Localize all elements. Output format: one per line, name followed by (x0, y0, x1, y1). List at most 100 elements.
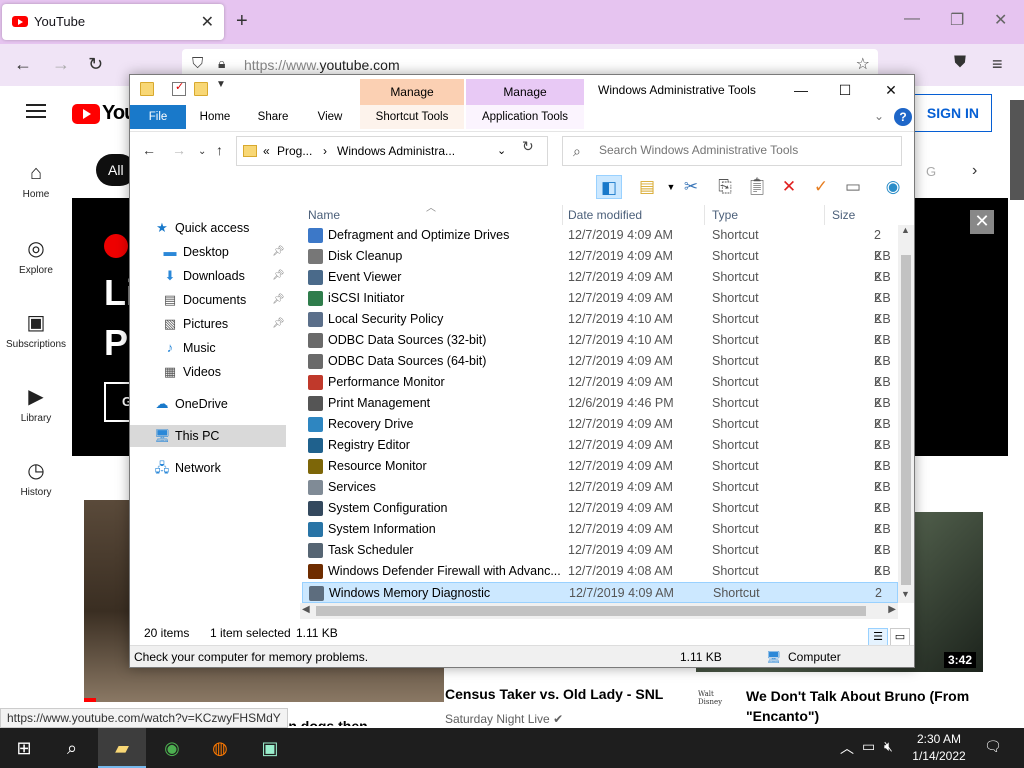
tab-application-tools[interactable]: Application Tools (466, 105, 584, 129)
nav-documents[interactable]: ▤ Documents 📌︎ (130, 289, 286, 311)
page-scrollbar[interactable] (1010, 100, 1024, 200)
restore-icon[interactable]: ❐ (950, 10, 964, 30)
nav-this-pc[interactable]: 🖥︎ This PC (130, 425, 286, 447)
forward-icon[interactable]: → (52, 54, 70, 75)
file-row[interactable]: ODBC Data Sources (64-bit) 12/7/2019 4:09… (302, 351, 898, 389)
scroll-thumb[interactable] (901, 255, 911, 585)
copy-icon[interactable]: ⎘ (712, 175, 738, 199)
nav-videos[interactable]: ▦ Videos (130, 361, 286, 383)
scroll-down-icon[interactable]: ▼ (901, 589, 910, 599)
network-status-icon[interactable]: ▭ (862, 738, 875, 755)
nav-pictures[interactable]: ▧ Pictures 📌︎ (130, 313, 286, 335)
sidebar-item-home[interactable]: ⌂ Home (0, 162, 72, 200)
search-box[interactable]: ⌕ (562, 136, 902, 166)
bookmark-star-icon[interactable]: ☆ (856, 54, 870, 74)
scroll-right-icon[interactable]: ▶ (888, 604, 896, 615)
sidebar-item-explore[interactable]: ◎ Explore (0, 236, 72, 276)
maximize-icon[interactable]: ☐ (822, 79, 868, 103)
file-row[interactable]: Task Scheduler 12/7/2019 4:09 AM Shortcut 2… (302, 540, 898, 578)
video-title-3[interactable]: We Don't Talk About Bruno (From "Encanto… (746, 686, 976, 726)
admin-tools-icon[interactable]: ▣ (246, 728, 294, 768)
nav-quick-access[interactable]: ★ Quick access (130, 217, 286, 239)
scroll-left-icon[interactable]: ◀ (302, 604, 310, 615)
search-icon[interactable]: ⌕ (48, 728, 96, 768)
column-header-name[interactable]: Name (308, 205, 340, 225)
file-row[interactable]: iSCSI Initiator 12/7/2019 4:09 AM Shortcut… (302, 288, 898, 326)
pocket-icon[interactable]: ⛊ (954, 54, 966, 72)
start-windows-icon[interactable]: ⊞ (0, 728, 48, 768)
properties-icon[interactable]: ▭ (840, 175, 866, 199)
new-folder-icon[interactable] (194, 82, 208, 96)
tray-chevron-icon[interactable]: ︿ (840, 738, 854, 758)
new-tab-icon[interactable]: + (236, 10, 248, 33)
file-row[interactable]: System Configuration 12/7/2019 4:09 AM Sho… (302, 498, 898, 536)
pin-icon[interactable]: 📌︎ (272, 313, 285, 335)
column-header-date[interactable]: Date modified (568, 205, 642, 225)
recent-locations-icon[interactable]: ⌄ (198, 146, 206, 157)
context-tab-manage-1[interactable]: Manage (360, 79, 464, 105)
chrome-icon[interactable]: ◉ (148, 728, 196, 768)
browser-tab-youtube[interactable]: YouTube ✕ (2, 4, 224, 40)
video-channel-2[interactable]: Saturday Night Live ✔ (445, 712, 563, 726)
sidebar-item-history[interactable]: ◷ History (0, 458, 72, 498)
file-row[interactable]: Event Viewer 12/7/2019 4:09 AM Shortcut 2 K… (302, 267, 898, 305)
minimize-icon[interactable]: — (904, 10, 920, 28)
tab-view[interactable]: View (306, 105, 354, 129)
refresh-icon[interactable]: ↻ (522, 138, 534, 155)
file-row[interactable]: Windows Memory Diagnostic 12/7/2019 4:09 … (302, 582, 898, 621)
column-header-type[interactable]: Type (712, 205, 738, 225)
folder-icon[interactable] (140, 82, 154, 96)
close-tab-icon[interactable]: ✕ (201, 12, 214, 32)
nav-onedrive[interactable]: ☁ OneDrive (130, 393, 286, 415)
file-row[interactable]: Print Management 12/6/2019 4:46 PM Shortcu… (302, 393, 898, 431)
file-row[interactable]: Registry Editor 12/7/2019 4:09 AM Shortcut… (302, 435, 898, 473)
preview-pane-icon[interactable]: ◧ (596, 175, 622, 199)
vertical-scrollbar[interactable]: ▲ ▼ (898, 225, 914, 603)
close-icon[interactable]: ✕ (868, 79, 914, 103)
column-divider[interactable] (824, 205, 825, 225)
scroll-thumb[interactable] (316, 606, 866, 616)
breadcrumb-program-data[interactable]: Prog... (277, 144, 312, 158)
rename-check-icon[interactable]: ✓ (808, 175, 834, 199)
clock[interactable]: 2:30 AM 1/14/2022 (906, 731, 972, 765)
pin-icon[interactable]: 📌︎ (272, 265, 285, 287)
column-divider[interactable] (562, 205, 563, 225)
file-row[interactable]: ODBC Data Sources (32-bit) 12/7/2019 4:10… (302, 330, 898, 368)
tracking-shield-icon[interactable]: ⛉ (192, 55, 203, 72)
tab-shortcut-tools[interactable]: Shortcut Tools (360, 105, 464, 129)
help-icon[interactable]: ? (894, 108, 912, 126)
file-row[interactable]: Recovery Drive 12/7/2019 4:09 AM Shortcut 2… (302, 414, 898, 452)
banner-close-icon[interactable]: ✕ (970, 210, 994, 234)
nav-network[interactable]: 🖧︎ Network (130, 457, 286, 479)
breadcrumb-overflow[interactable]: « (263, 144, 270, 158)
tab-share[interactable]: Share (248, 105, 298, 129)
new-folder-menu-icon[interactable]: ▤ (634, 175, 660, 199)
reload-icon[interactable]: ↻ (88, 54, 103, 75)
file-explorer-taskbar-icon[interactable]: ▰ (98, 728, 146, 768)
context-tab-manage-2[interactable]: Manage (466, 79, 584, 105)
file-row[interactable]: Defragment and Optimize Drives 12/7/2019 … (302, 225, 898, 263)
column-divider[interactable] (704, 205, 705, 225)
file-row[interactable]: Performance Monitor 12/7/2019 4:09 AM Shor… (302, 372, 898, 410)
menu-icon[interactable]: ≡ (992, 54, 1003, 75)
firefox-icon[interactable]: ◍ (196, 728, 244, 768)
nav-music[interactable]: ♪ Music (130, 337, 286, 359)
paste-icon[interactable]: 📋︎ (744, 175, 770, 199)
youtube-logo-icon[interactable] (72, 104, 100, 124)
file-row[interactable]: Resource Monitor 12/7/2019 4:09 AM Shortcu… (302, 456, 898, 494)
address-dropdown-icon[interactable]: ⌄ (497, 144, 506, 157)
file-row[interactable]: Local Security Policy 12/7/2019 4:10 AM Sh… (302, 309, 898, 347)
address-bar[interactable]: « Prog... › Windows Administra... ⌄ (236, 136, 548, 166)
expand-ribbon-icon[interactable]: ⌄ (874, 109, 884, 123)
globe-icon[interactable]: ◉ (880, 175, 906, 199)
up-icon[interactable]: ↑ (216, 142, 223, 158)
column-header-size[interactable]: Size (832, 205, 855, 225)
sidebar-item-library[interactable]: ▶ Library (0, 384, 72, 424)
delete-icon[interactable]: ✕ (776, 175, 802, 199)
large-icons-view-icon[interactable]: ▭ (890, 628, 910, 646)
tab-home[interactable]: Home (190, 105, 240, 129)
notifications-icon[interactable]: 🗨︎ (984, 738, 1002, 755)
file-row[interactable]: System Information 12/7/2019 4:09 AM Short… (302, 519, 898, 557)
breadcrumb-current[interactable]: Windows Administra... (337, 144, 455, 158)
chip-next-icon[interactable]: › (972, 162, 977, 180)
